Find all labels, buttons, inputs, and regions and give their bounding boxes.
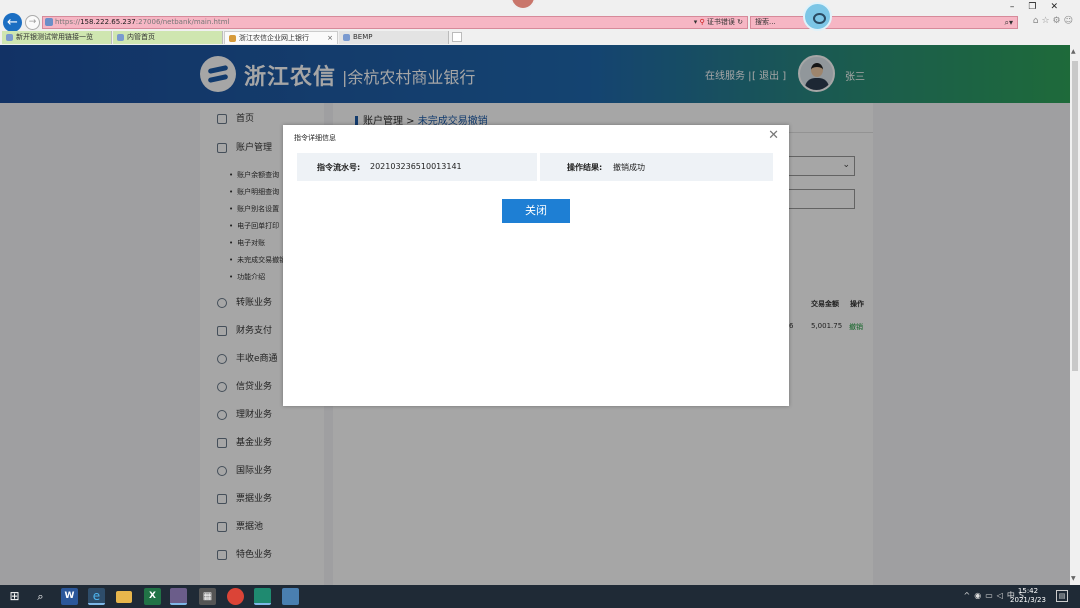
eye-icon[interactable]	[803, 2, 832, 31]
page-icon	[343, 34, 350, 41]
volume-icon[interactable]: ◁	[997, 591, 1007, 600]
address-bar[interactable]: https://158.222.65.237:27006/netbank/mai…	[42, 16, 748, 29]
forward-button[interactable]: →	[25, 15, 40, 30]
search-icon[interactable]: ⌕	[32, 588, 49, 605]
refresh-icon[interactable]: ↻	[737, 18, 743, 26]
tab-admin-home[interactable]: 内管首页	[113, 31, 223, 44]
page-icon	[6, 34, 13, 41]
tab-strip: 新开银测试常用链接一览 内管首页 浙江农信企业网上银行 × BEMP	[0, 31, 1080, 44]
notification-icon[interactable]: ▤	[1056, 590, 1068, 602]
windows-start-icon[interactable]: ⊞	[6, 588, 23, 605]
dropdown-icon[interactable]: ▾	[694, 18, 698, 26]
ie-browser-icon[interactable]: e	[88, 588, 105, 605]
page-scrollbar[interactable]: ▲ ▼	[1070, 45, 1080, 585]
close-button[interactable]: 关闭	[502, 199, 570, 223]
browser-toolbar-icons: ⌂☆⚙☺	[1033, 16, 1076, 26]
clock[interactable]: 15:42 2021/3/23	[1008, 587, 1048, 605]
monitor-icon[interactable]: ▭	[985, 591, 997, 600]
search-placeholder: 搜索...	[755, 18, 776, 26]
site-icon	[45, 18, 53, 26]
instruction-detail-dialog: 指令详细信息 ✕ 指令流水号: 202103236510013141 操作结果:…	[283, 125, 789, 406]
new-tab-button[interactable]	[452, 32, 462, 42]
clock-date: 2021/3/23	[1010, 596, 1046, 604]
serial-label: 指令流水号:	[317, 163, 361, 172]
browser-chrome: ← → https://158.222.65.237:27006/netbank…	[0, 0, 1080, 45]
restore-icon[interactable]: ❐	[1028, 2, 1050, 12]
tab-bemp[interactable]: BEMP	[339, 31, 449, 44]
window-controls: –❐✕	[1010, 2, 1072, 12]
app-icon[interactable]	[170, 588, 187, 605]
star-icon[interactable]: ☆	[1041, 16, 1052, 26]
result-label: 操作结果:	[567, 163, 603, 172]
close-icon[interactable]: ×	[327, 32, 333, 45]
page-icon	[117, 34, 124, 41]
page-icon	[229, 35, 236, 42]
calculator-icon[interactable]: ▦	[199, 588, 216, 605]
app-icon[interactable]	[254, 588, 271, 605]
divider	[537, 153, 540, 181]
close-window-icon[interactable]: ✕	[1050, 2, 1072, 12]
search-icon[interactable]: ⌕▾	[1005, 17, 1014, 28]
url-scheme: https://	[55, 18, 81, 26]
scrollbar-thumb[interactable]	[1072, 61, 1078, 371]
serial-value: 202103236510013141	[370, 162, 462, 171]
folder-icon[interactable]	[116, 591, 132, 603]
tab-label: 浙江农信企业网上银行	[239, 34, 309, 42]
gear-icon[interactable]: ⚙	[1053, 16, 1064, 26]
smiley-icon[interactable]: ☺	[1064, 16, 1076, 26]
browser-search-input[interactable]: 搜索... ⌕▾	[750, 16, 1018, 29]
cert-error-label[interactable]: 证书错误	[707, 18, 735, 26]
network-icon[interactable]: ◉	[974, 591, 985, 600]
minimize-icon[interactable]: –	[1010, 2, 1029, 12]
result-value: 撤销成功	[613, 163, 645, 172]
cert-error-icon[interactable]: ⚲	[700, 18, 705, 26]
app-icon[interactable]	[282, 588, 299, 605]
address-tools: ▾ ⚲ 证书错误 ↻	[694, 17, 743, 28]
detail-row: 指令流水号: 202103236510013141 操作结果: 撤销成功	[297, 153, 773, 181]
word-icon[interactable]: W	[61, 588, 78, 605]
url-host: 158.222.65.237	[80, 18, 136, 26]
scroll-down-icon[interactable]: ▼	[1071, 575, 1076, 582]
tab-links[interactable]: 新开银测试常用链接一览	[2, 31, 112, 44]
dialog-title: 指令详细信息	[294, 134, 336, 142]
chevron-up-icon[interactable]: ^	[964, 591, 975, 600]
tab-label: 新开银测试常用链接一览	[16, 33, 93, 41]
recording-indicator	[510, 0, 536, 10]
back-button[interactable]: ←	[3, 13, 22, 32]
taskbar: ⊞ ⌕ W e X ▦ ^◉▭◁中S 15:42 2021/3/23 ▤	[0, 585, 1080, 608]
clock-time: 15:42	[1017, 587, 1039, 595]
chrome-icon[interactable]	[227, 588, 244, 605]
close-icon[interactable]: ✕	[768, 128, 779, 143]
url-path: :27006/netbank/main.html	[135, 18, 230, 26]
excel-icon[interactable]: X	[144, 588, 161, 605]
tab-label: BEMP	[353, 33, 373, 41]
scroll-up-icon[interactable]: ▲	[1071, 48, 1076, 55]
tab-netbank[interactable]: 浙江农信企业网上银行 ×	[224, 31, 338, 44]
tab-label: 内管首页	[127, 33, 155, 41]
